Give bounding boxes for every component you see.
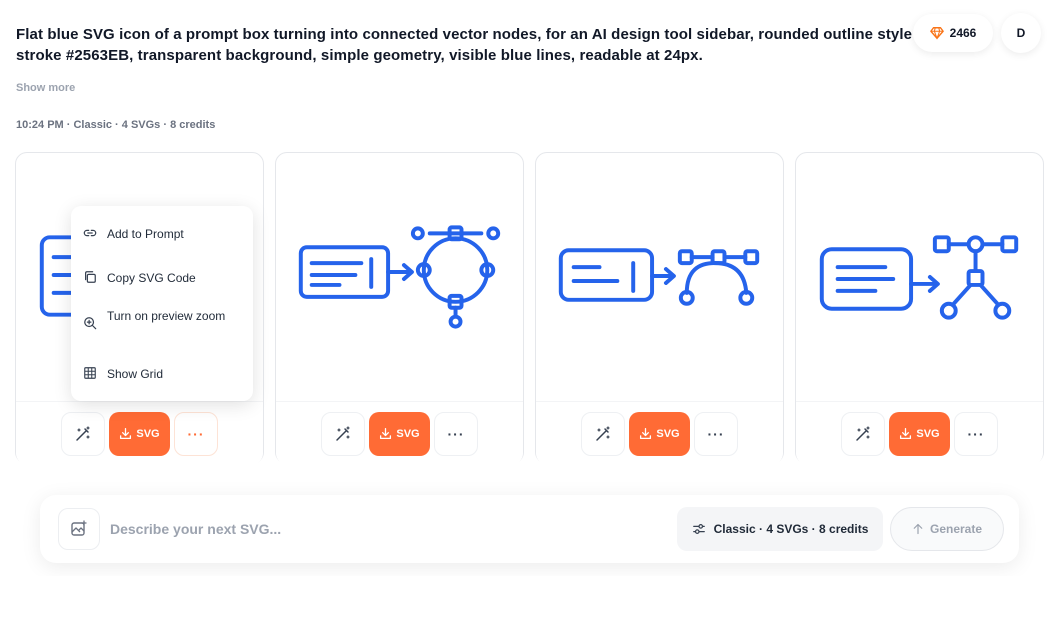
prompt-to-nodes-icon	[298, 225, 501, 329]
mode-label: Classic · 4 SVGs · 8 credits	[713, 522, 869, 536]
image-add-icon	[71, 520, 87, 536]
generate-button[interactable]: Generate	[890, 507, 1004, 551]
card-options-menu: Add to Prompt Copy SVG Code Turn on prev…	[71, 206, 253, 401]
download-svg-button[interactable]: SVG	[109, 411, 170, 456]
gem-icon	[929, 27, 944, 40]
download-svg-button[interactable]: SVG	[629, 411, 690, 456]
download-label: SVG	[916, 427, 940, 440]
more-dots-icon: ···	[707, 425, 725, 442]
prompt-composer: Classic · 4 SVGs · 8 credits Generate	[40, 495, 1019, 563]
more-options-button[interactable]: ···	[174, 411, 218, 456]
menu-item-label: Turn on preview zoom	[107, 309, 226, 323]
credits-badge[interactable]: 2466	[913, 14, 993, 52]
show-more-link[interactable]: Show more	[16, 82, 75, 94]
menu-item-label: Copy SVG Code	[107, 271, 196, 285]
magic-wand-icon	[596, 425, 610, 441]
card-actions-2: SVG ···	[276, 401, 523, 465]
generation-mode-selector[interactable]: Classic · 4 SVGs · 8 credits	[677, 507, 883, 551]
download-svg-button[interactable]: SVG	[889, 411, 950, 456]
magic-wand-icon	[336, 425, 350, 441]
download-label: SVG	[656, 427, 680, 440]
zoom-in-icon	[84, 317, 97, 330]
magic-wand-button[interactable]	[61, 411, 105, 456]
menu-item-preview-zoom[interactable]: Turn on preview zoom	[83, 307, 227, 330]
card-actions-4: SVG ···	[796, 401, 1043, 465]
copy-icon	[85, 271, 96, 283]
page-bottom	[0, 576, 1060, 632]
card-actions-1: SVG ···	[16, 401, 263, 465]
menu-item-copy-svg-code[interactable]: Copy SVG Code	[83, 269, 227, 287]
more-dots-icon: ···	[187, 425, 205, 442]
magic-wand-icon	[76, 425, 90, 441]
more-dots-icon: ···	[447, 425, 465, 442]
download-icon	[900, 427, 912, 440]
sliders-icon	[692, 524, 705, 534]
magic-wand-button[interactable]	[581, 411, 625, 456]
menu-item-label: Add to Prompt	[107, 227, 184, 241]
prompt-text: Flat blue SVG icon of a prompt box turni…	[16, 26, 957, 64]
credits-count: 2466	[949, 26, 977, 40]
download-icon	[380, 427, 392, 440]
magic-wand-icon	[856, 425, 870, 441]
card-actions-3: SVG ···	[536, 401, 783, 465]
prompt-input[interactable]	[110, 517, 670, 541]
attach-image-button[interactable]	[58, 508, 100, 550]
download-icon	[120, 427, 132, 440]
generate-label: Generate	[929, 522, 983, 536]
download-svg-button[interactable]: SVG	[369, 411, 430, 456]
menu-item-label: Show Grid	[107, 367, 164, 381]
menu-item-show-grid[interactable]: Show Grid	[83, 365, 227, 383]
download-label: SVG	[136, 427, 160, 440]
more-options-button[interactable]: ···	[434, 411, 478, 456]
prompt-to-nodes-icon	[558, 248, 760, 306]
arrow-up-icon	[913, 523, 923, 535]
link-icon	[83, 229, 97, 237]
more-options-button[interactable]: ···	[694, 411, 738, 456]
app-root: Flat blue SVG icon of a prompt box turni…	[0, 0, 1060, 576]
menu-item-add-to-prompt[interactable]: Add to Prompt	[83, 225, 227, 243]
generation-meta: 10:24 PM · Classic · 4 SVGs · 8 credits	[16, 119, 216, 131]
more-options-button[interactable]: ···	[954, 411, 998, 456]
download-label: SVG	[396, 427, 420, 440]
more-dots-icon: ···	[967, 425, 985, 442]
avatar[interactable]: D	[1001, 13, 1041, 53]
magic-wand-button[interactable]	[321, 411, 365, 456]
magic-wand-button[interactable]	[841, 411, 885, 456]
download-icon	[640, 427, 652, 440]
grid-icon	[84, 367, 96, 379]
prompt-to-nodes-icon	[819, 235, 1019, 320]
